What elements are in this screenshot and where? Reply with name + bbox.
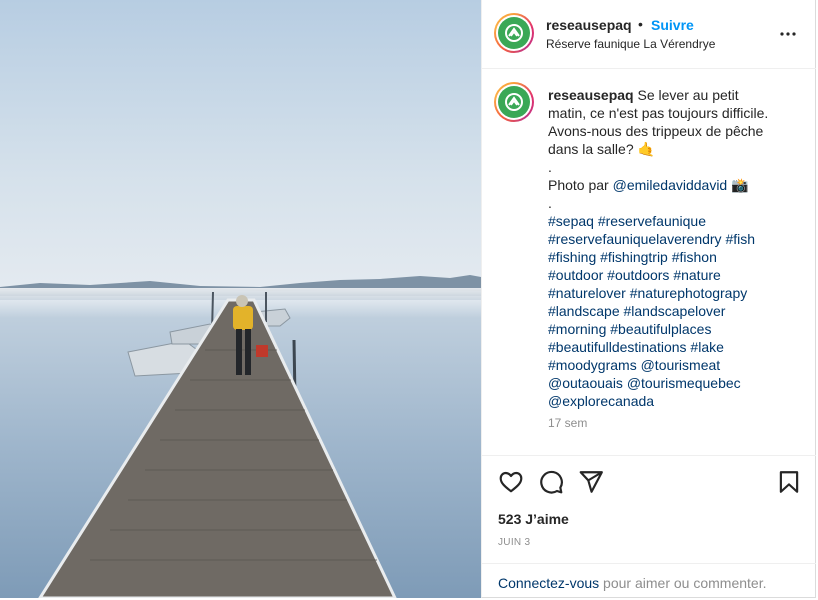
likes-count[interactable]: 523 J’aime (498, 511, 569, 527)
hashtag-line[interactable]: @outaouais @tourismequebec (548, 374, 803, 392)
heart-icon[interactable] (498, 469, 524, 495)
caption-text-line: . (548, 195, 552, 211)
post-caption: reseausepaq Se lever au petit matin, ce … (482, 70, 816, 456)
avatar[interactable] (494, 13, 534, 53)
avatar-ring (496, 84, 532, 120)
action-bar (482, 457, 816, 507)
avatar-ring (496, 15, 532, 51)
hashtag-line[interactable]: #naturelover #naturephotograpy (548, 284, 803, 302)
hashtag-line[interactable]: #morning #beautifulplaces (548, 320, 803, 338)
hashtag-line[interactable]: #beautifulldestinations #lake (548, 338, 803, 356)
caption-line: Photo par @emiledaviddavid 📸 (548, 176, 803, 194)
sepaq-logo-icon (498, 17, 530, 49)
instagram-post: reseausepaq • Suivre Réserve faunique La… (0, 0, 818, 600)
separator-dot: • (638, 16, 643, 32)
follow-button[interactable]: Suivre (651, 17, 694, 33)
caption-text-line: Avons-nous des trippeux de pêche (548, 123, 764, 139)
caption-text: reseausepaq Se lever au petit matin, ce … (548, 86, 803, 410)
dock-lake-photo (0, 0, 481, 598)
caption-username[interactable]: reseausepaq (548, 87, 634, 103)
hashtag-line[interactable]: #moodygrams @tourismeat (548, 356, 803, 374)
hashtag-line[interactable]: #landscape #landscapelover (548, 302, 803, 320)
caption-text-line: Se lever au petit (637, 87, 739, 103)
caption-text-line: dans la salle? 🤙 (548, 141, 655, 157)
hashtag-line[interactable]: @explorecanada (548, 392, 803, 410)
caption-text-line: . (548, 159, 552, 175)
comment-icon[interactable] (538, 469, 564, 495)
hashtag-line[interactable]: #sepaq #reservefaunique (548, 212, 803, 230)
caption-line: reseausepaq Se lever au petit (548, 86, 803, 104)
login-prompt: Connectez-vous pour aimer ou commenter. (482, 563, 816, 598)
hashtag-line[interactable]: #outdoor #outdoors #nature (548, 266, 803, 284)
login-link[interactable]: Connectez-vous (498, 575, 599, 591)
bookmark-icon[interactable] (776, 469, 802, 495)
header-username[interactable]: reseausepaq (546, 17, 632, 33)
more-options-icon[interactable] (776, 22, 800, 46)
camera-emoji-icon: 📸 (731, 177, 749, 193)
caption-text-line: matin, ce n'est pas toujours difficile. (548, 105, 769, 121)
location-link[interactable]: Réserve faunique La Vérendrye (546, 37, 715, 51)
hashtag-line[interactable]: #fishing #fishingtrip #fishon (548, 248, 803, 266)
caption-avatar[interactable] (494, 82, 534, 122)
photo-credit-label: Photo par (548, 177, 613, 193)
post-sidebar: reseausepaq • Suivre Réserve faunique La… (481, 0, 816, 598)
hashtag-line[interactable]: #reservefauniquelaverendry #fish (548, 230, 803, 248)
post-photo[interactable] (0, 0, 481, 598)
login-prompt-rest: pour aimer ou commenter. (599, 575, 767, 591)
send-icon[interactable] (578, 469, 604, 495)
login-prompt-text: Connectez-vous pour aimer ou commenter. (498, 575, 766, 591)
sepaq-logo-icon (498, 86, 530, 118)
post-age[interactable]: 17 sem (548, 416, 587, 430)
photographer-mention-link[interactable]: @emiledaviddavid (613, 177, 728, 193)
post-header: reseausepaq • Suivre Réserve faunique La… (482, 0, 816, 69)
post-date[interactable]: JUIN 3 (498, 537, 530, 548)
